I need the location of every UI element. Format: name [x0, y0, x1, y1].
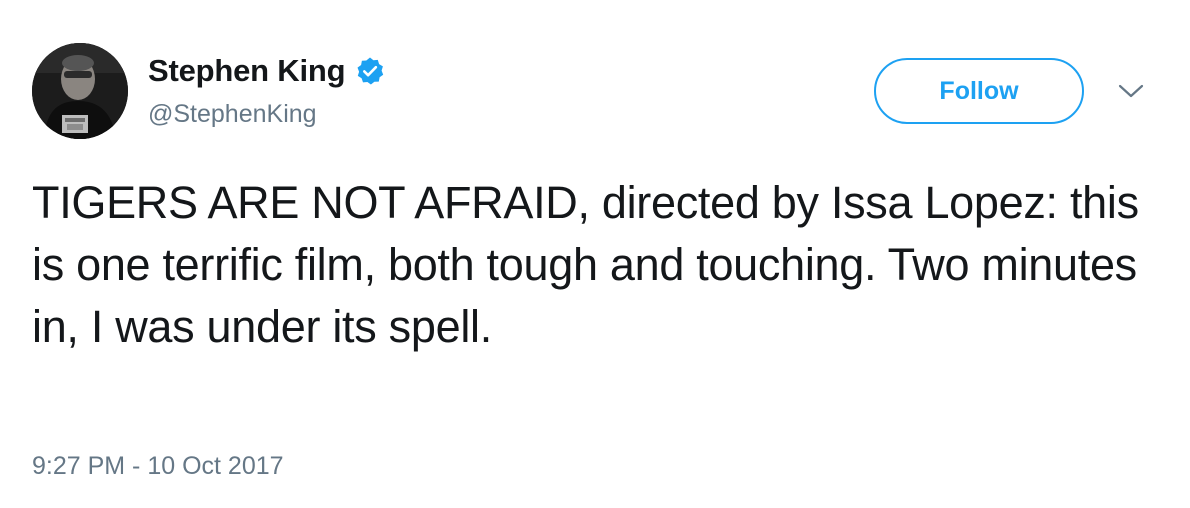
- user-names: Stephen King @StephenKing: [148, 52, 385, 129]
- user-handle[interactable]: @StephenKing: [148, 100, 385, 129]
- display-name-row: Stephen King: [148, 52, 385, 90]
- avatar[interactable]: [32, 43, 128, 139]
- follow-button[interactable]: Follow: [874, 58, 1084, 124]
- verified-badge-icon: [355, 56, 385, 86]
- tweet-text: TIGERS ARE NOT AFRAID, directed by Issa …: [32, 177, 1139, 352]
- tweet-timestamp[interactable]: 9:27 PM - 10 Oct 2017: [32, 452, 284, 481]
- avatar-image: [32, 43, 128, 139]
- chevron-down-icon[interactable]: [1116, 80, 1146, 102]
- tweet-card: Stephen King @StephenKing Follow TIGERS …: [0, 0, 1190, 508]
- display-name[interactable]: Stephen King: [148, 53, 346, 89]
